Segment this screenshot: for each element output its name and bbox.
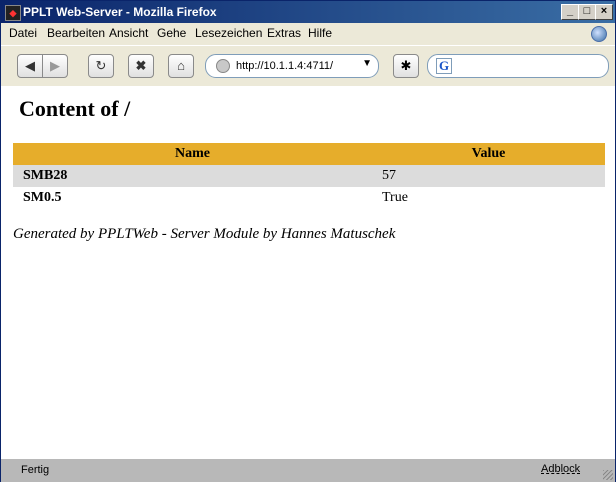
menu-gehe[interactable]: Gehe bbox=[157, 26, 186, 40]
status-text: Fertig bbox=[21, 464, 50, 476]
home-button[interactable]: ⌂ bbox=[168, 54, 194, 78]
row-name-cell: SMB28 bbox=[13, 165, 372, 187]
menu-datei[interactable]: Datei bbox=[9, 26, 37, 40]
back-button[interactable]: ◀ bbox=[17, 54, 43, 78]
column-header-value: Value bbox=[372, 143, 605, 165]
maximize-button[interactable]: □ bbox=[578, 4, 596, 20]
address-bar[interactable]: http://10.1.1.4:4711/ ▼ bbox=[205, 54, 379, 78]
row-value-cell: 57 bbox=[372, 165, 605, 187]
reload-button[interactable]: ↻ bbox=[88, 54, 114, 78]
google-search-icon[interactable]: G bbox=[436, 58, 452, 74]
status-bar: Fertig Adblock bbox=[1, 458, 615, 482]
row-value-cell: True bbox=[382, 190, 408, 205]
activity-throbber-icon bbox=[591, 26, 607, 42]
stop-button[interactable]: ✖ bbox=[128, 54, 154, 78]
menu-extras[interactable]: Extras bbox=[267, 26, 301, 40]
generated-by-note: Generated by PPLTWeb - Server Module by … bbox=[13, 226, 396, 242]
forward-button[interactable]: ▶ bbox=[42, 54, 68, 78]
resize-grip-icon[interactable] bbox=[603, 470, 613, 480]
navigation-toolbar: ◀ ▶ ↻ ✖ ⌂ http://10.1.1.4:4711/ ▼ ✱ G bbox=[1, 45, 615, 87]
url-history-dropdown-icon[interactable]: ▼ bbox=[362, 58, 372, 69]
page-content: Content of / Name Value SMB28 57 SM0.5 T… bbox=[1, 86, 615, 458]
app-icon: ◆ bbox=[5, 5, 21, 21]
browser-window: ◆ PPLT Web-Server - Mozilla Firefox _ □ … bbox=[0, 0, 616, 482]
row-name-cell: SM0.5 bbox=[23, 190, 62, 205]
close-button[interactable]: × bbox=[595, 4, 613, 20]
url-text[interactable]: http://10.1.1.4:4711/ bbox=[236, 60, 333, 72]
bug-icon[interactable]: ✱ bbox=[393, 54, 419, 78]
table-header-row: Name Value bbox=[13, 143, 605, 165]
minimize-button[interactable]: _ bbox=[561, 4, 579, 20]
menu-bearbeiten[interactable]: Bearbeiten bbox=[47, 26, 105, 40]
menu-hilfe[interactable]: Hilfe bbox=[308, 26, 332, 40]
site-icon bbox=[216, 59, 230, 73]
table-row: SMB28 57 bbox=[13, 165, 605, 187]
menu-bar: Datei Bearbeiten Ansicht Gehe Lesezeiche… bbox=[1, 23, 615, 43]
column-header-name: Name bbox=[13, 143, 372, 165]
adblock-link[interactable]: Adblock bbox=[541, 463, 580, 475]
menu-lesezeichen[interactable]: Lesezeichen bbox=[195, 26, 262, 40]
content-table: Name Value SMB28 57 SM0.5 True bbox=[13, 143, 605, 209]
window-title: PPLT Web-Server - Mozilla Firefox bbox=[23, 5, 217, 19]
search-box[interactable]: G bbox=[427, 54, 609, 78]
page-title: Content of / bbox=[19, 96, 131, 121]
menu-ansicht[interactable]: Ansicht bbox=[109, 26, 148, 40]
title-bar[interactable]: ◆ PPLT Web-Server - Mozilla Firefox _ □ … bbox=[1, 1, 615, 23]
table-row: SM0.5 True bbox=[13, 187, 605, 209]
